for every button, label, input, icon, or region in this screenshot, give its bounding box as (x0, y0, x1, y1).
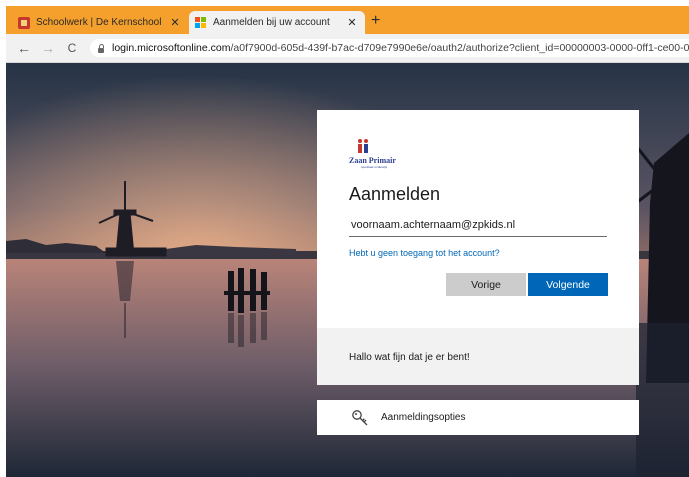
browser-window: Schoolwerk | De Kernschool ✕ Aanmelden b… (6, 6, 689, 477)
next-button[interactable]: Volgende (528, 273, 608, 296)
zaan-primair-logo: Zaan Primair openbaar onderwijs (349, 138, 409, 172)
tab-schoolwerk[interactable]: Schoolwerk | De Kernschool ✕ (12, 11, 188, 34)
lock-icon (98, 43, 104, 53)
back-arrow-icon[interactable]: ← (16, 40, 32, 56)
signin-form: Zaan Primair openbaar onderwijs Aanmelde… (317, 110, 639, 297)
email-field[interactable]: voornaam.achternaam@zpkids.nl (349, 214, 607, 237)
url-domain: login.microsoftonline.com (112, 42, 231, 54)
address-bar[interactable]: login.microsoftonline.com/a0f7900d-605d-… (90, 39, 689, 57)
signin-footer: Hallo wat fijn dat je er bent! (317, 328, 639, 385)
no-access-link[interactable]: Hebt u geen toegang tot het account? (349, 248, 607, 258)
tab-title: Schoolwerk | De Kernschool (36, 17, 162, 28)
forward-arrow-icon[interactable]: → (40, 40, 56, 56)
back-button[interactable]: Vorige (446, 273, 526, 296)
address-toolbar: ← → C login.microsoftonline.com/a0f7900d… (6, 34, 689, 63)
signin-options-button[interactable]: Aanmeldingsopties (317, 400, 639, 435)
new-tab-button[interactable]: + (371, 11, 380, 31)
microsoft-favicon-icon (195, 16, 207, 29)
signin-card: Zaan Primair openbaar onderwijs Aanmelde… (317, 110, 639, 385)
logo-subtitle: openbaar onderwijs (361, 165, 388, 169)
reload-icon[interactable]: C (64, 40, 80, 56)
logo-figures-icon (358, 139, 368, 153)
page-title: Aanmelden (349, 184, 441, 204)
footer-text: Hallo wat fijn dat je er bent! (349, 352, 470, 363)
tab-bar: Schoolwerk | De Kernschool ✕ Aanmelden b… (6, 6, 689, 34)
school-favicon-icon (18, 16, 30, 29)
tab-close-button[interactable]: ✕ (345, 16, 359, 29)
tab-close-button[interactable]: ✕ (168, 16, 182, 29)
logo-text: Zaan Primair (349, 156, 396, 165)
key-icon (352, 409, 368, 425)
tab-aanmelden[interactable]: Aanmelden bij uw account ✕ (189, 11, 365, 34)
tab-title: Aanmelden bij uw account (213, 17, 330, 28)
url-path: /a0f7900d-605d-439f-b7ac-d709e7990e6e/oa… (230, 42, 689, 54)
signin-options-label: Aanmeldingsopties (381, 412, 466, 423)
